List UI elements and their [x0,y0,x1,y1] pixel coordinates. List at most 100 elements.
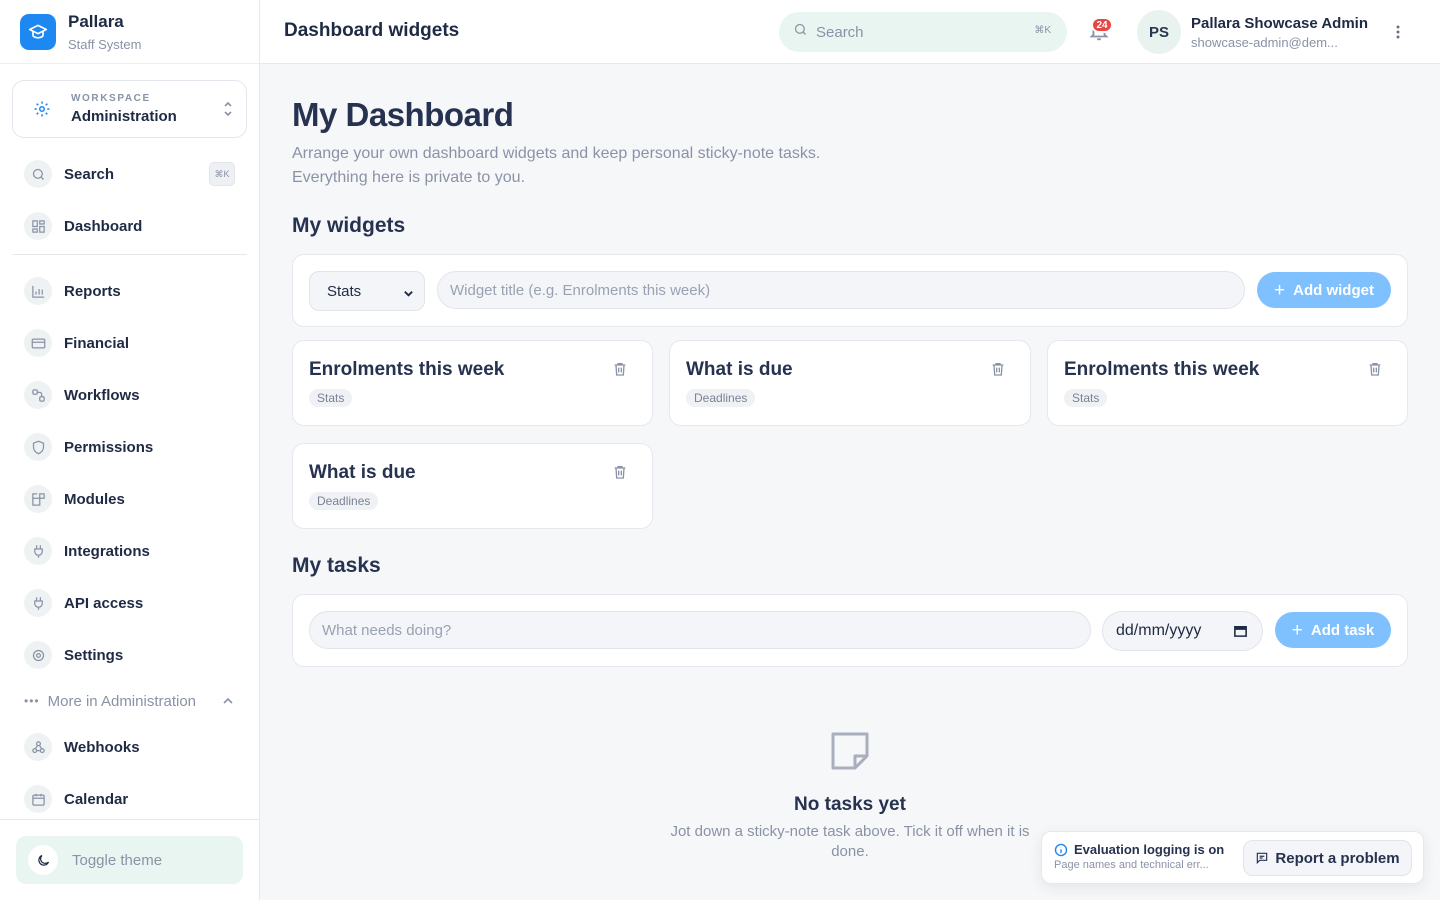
sidebar-item-webhooks[interactable]: Webhooks [24,733,236,761]
sidebar-item-workflows[interactable]: Workflows [24,381,236,409]
graduation-cap-icon [20,13,56,50]
add-widget-button[interactable]: + Add widget [1257,272,1391,308]
widget-type-badge: Deadlines [309,492,379,510]
sidebar-item-search[interactable]: Search ⌘K [24,160,236,188]
date-placeholder: dd/mm/yyyy [1116,622,1202,639]
avatar[interactable]: PS [1137,10,1181,54]
blocks-icon [24,485,52,513]
add-task-form: What needs doing? dd/mm/yyyy + Add task [292,594,1408,667]
more-options-icon[interactable] [1388,22,1408,42]
workspace-value: Administration [71,108,177,125]
sidebar-item-api-access[interactable]: API access [24,589,236,617]
notification-count-badge: 24 [1091,17,1113,33]
widget-type-badge: Stats [309,389,353,407]
workflow-icon [24,381,52,409]
plug-icon [24,537,52,565]
empty-state-title: No tasks yet [794,794,906,815]
brand-name: Pallara [68,11,124,31]
sidebar-item-financial[interactable]: Financial [24,329,236,357]
widget-title: What is due [686,359,793,380]
workspace-label: WORKSPACE [71,93,151,104]
sticky-note-icon [829,730,871,772]
report-problem-label: Report a problem [1275,849,1400,867]
trash-icon[interactable] [1367,361,1385,379]
search-input[interactable]: Search ⌘K [779,12,1067,52]
sidebar-item-reports[interactable]: Reports [24,277,236,305]
widget-type-select[interactable]: Stats [309,271,425,311]
search-placeholder: Search [816,23,864,41]
sidebar-item-dashboard[interactable]: Dashboard [24,212,236,240]
sidebar-item-modules[interactable]: Modules [24,485,236,513]
gear-icon [31,98,53,120]
more-label: More in Administration [47,692,197,710]
sidebar-item-label: Settings [64,646,124,664]
shortcut-badge: ⌘K [1034,25,1051,36]
sidebar-item-permissions[interactable]: Permissions [24,433,236,461]
widget-card[interactable]: What is due Deadlines [669,340,1031,426]
message-icon [1257,852,1268,865]
sidebar: Pallara Staff System WORKSPACE Administr… [0,0,260,900]
moon-icon [28,845,58,875]
sidebar-item-label: Calendar [64,790,129,808]
webhook-icon [24,733,52,761]
task-input[interactable]: What needs doing? [309,611,1091,649]
dashboard-icon [24,212,52,240]
search-icon [24,160,52,188]
widget-title-input[interactable]: Widget title (e.g. Enrolments this week) [437,271,1245,309]
more-in-administration-toggle[interactable]: ••• More in Administration [24,690,236,712]
sidebar-item-label: API access [64,594,144,612]
evaluation-logging-banner: Evaluation logging is on Page names and … [1041,831,1424,884]
trash-icon[interactable] [612,361,630,379]
page-header-title: Dashboard widgets [284,20,460,41]
bar-chart-icon [24,277,52,305]
add-widget-label: Add widget [1293,281,1374,299]
task-date-input[interactable]: dd/mm/yyyy [1102,611,1263,651]
add-widget-form: Stats Widget title (e.g. Enrolments this… [292,254,1408,327]
widget-card[interactable]: What is due Deadlines [292,443,653,529]
report-problem-button[interactable]: Report a problem [1243,840,1412,876]
trash-icon[interactable] [990,361,1008,379]
page-title: My Dashboard [292,96,514,133]
info-icon [1054,843,1068,857]
widget-type-badge: Deadlines [686,389,756,407]
sidebar-divider [12,254,247,255]
widget-card[interactable]: Enrolments this week Stats [1047,340,1408,426]
toggle-theme-label: Toggle theme [72,851,163,869]
user-name: Pallara Showcase Admin [1191,15,1369,32]
shield-icon [24,433,52,461]
sidebar-item-calendar[interactable]: Calendar [24,785,236,813]
plus-icon: + [1291,619,1303,641]
widget-title: Enrolments this week [309,359,505,380]
sidebar-item-settings[interactable]: Settings [24,641,236,669]
sidebar-item-integrations[interactable]: Integrations [24,537,236,565]
trash-icon[interactable] [612,464,630,482]
brand-subtitle: Staff System [68,36,142,52]
ellipsis-icon: ••• [24,694,40,708]
empty-state-description: Jot down a sticky-note task above. Tick … [670,823,1030,860]
sidebar-item-label: Integrations [64,542,150,560]
search-icon [793,22,808,42]
brand[interactable]: Pallara Staff System [0,0,259,64]
sidebar-item-label: Search [64,165,115,183]
widget-card[interactable]: Enrolments this week Stats [292,340,653,426]
chevron-up-down-icon [222,100,234,123]
gear-icon [24,641,52,669]
top-bar: Dashboard widgets Search ⌘K 24 PS Pallar… [260,0,1440,64]
sidebar-item-label: Workflows [64,386,140,404]
page-description-line: Arrange your own dashboard widgets and k… [292,145,821,162]
sidebar-item-label: Reports [64,282,121,300]
toggle-theme-button[interactable]: Toggle theme [16,836,243,884]
sidebar-item-label: Financial [64,334,130,352]
tasks-section-title: My tasks [292,554,381,577]
evaluation-logging-subtitle: Page names and technical err... [1054,859,1209,871]
widget-type-badge: Stats [1064,389,1108,407]
plus-icon: + [1274,279,1286,301]
calendar-icon [1233,623,1248,643]
widget-type-value: Stats [327,282,362,300]
user-email: showcase-admin@dem... [1191,35,1338,50]
sidebar-item-label: Dashboard [64,217,143,235]
widgets-section-title: My widgets [292,214,406,237]
workspace-switcher[interactable]: WORKSPACE Administration [12,80,247,138]
add-task-button[interactable]: + Add task [1275,612,1391,648]
widget-title: Enrolments this week [1064,359,1260,380]
